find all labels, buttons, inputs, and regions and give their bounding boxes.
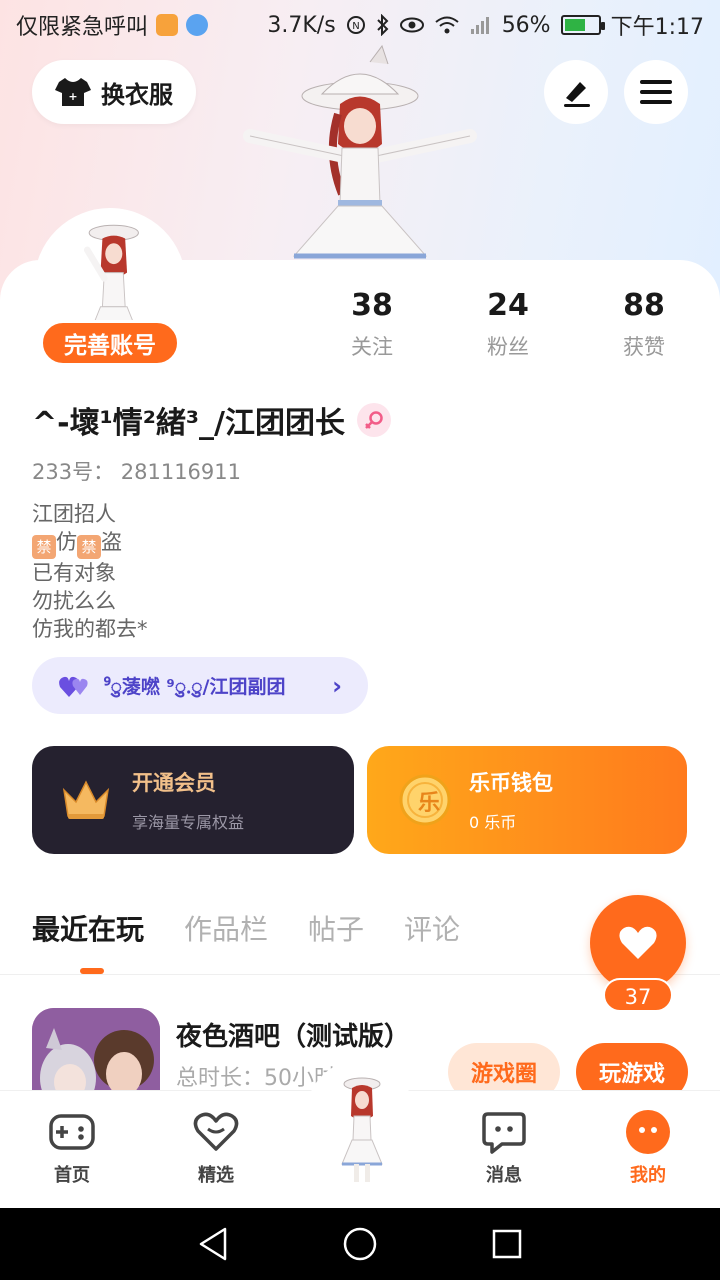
group-label: ⁹ु蓤嘫 ⁹ु.ु/江团副团 — [104, 676, 286, 698]
like-button[interactable] — [590, 895, 686, 991]
nav-me-label: 我的 — [630, 1165, 666, 1186]
nav-me[interactable]: 我的 — [598, 1109, 698, 1187]
stat-following[interactable]: 38 关注 — [304, 288, 440, 361]
edit-profile-button[interactable] — [544, 60, 608, 124]
bio-line: 江团招人 — [32, 502, 116, 526]
nav-featured[interactable]: 精选 — [166, 1109, 266, 1187]
nfc-icon: N — [346, 16, 365, 34]
bio-line: 仿我的都去* — [32, 617, 148, 641]
nav-messages[interactable]: 消息 — [454, 1109, 554, 1187]
double-heart-icon — [59, 676, 88, 697]
stat-label: 粉丝 — [487, 335, 529, 359]
coin-balance: 0 乐币 — [469, 813, 517, 832]
eye-icon — [399, 17, 424, 33]
nickname: ^-壞¹情²緒³_/江团团长 — [32, 406, 345, 441]
app-notification-icon — [156, 14, 179, 36]
chat-icon — [482, 1112, 526, 1154]
clock: 下午1:17 — [610, 15, 704, 40]
coin-title: 乐币钱包 — [469, 771, 553, 795]
forbidden-badge: 禁 — [32, 535, 56, 559]
character-illustration — [243, 44, 477, 259]
svg-text:+: + — [68, 90, 77, 103]
tab-posts[interactable]: 帖子 — [308, 908, 364, 948]
nav-home-label: 首页 — [54, 1165, 90, 1186]
nickname-row: ^-壞¹情²緒³_/江团团长 — [32, 398, 391, 442]
vip-subtitle: 享海量专属权益 — [132, 813, 245, 832]
stat-label: 关注 — [351, 335, 393, 359]
heart-outline-icon — [193, 1112, 239, 1151]
profile-tabs: 最近在玩 作品栏 帖子 评论 — [32, 908, 460, 948]
like-count-badge: 37 — [603, 978, 673, 1012]
stat-label: 获赞 — [623, 335, 665, 359]
female-gender-icon — [356, 403, 391, 437]
tab-works[interactable]: 作品栏 — [184, 908, 268, 948]
coin-wallet-card[interactable]: 乐 乐币钱包 0 乐币 — [367, 746, 687, 854]
browser-notification-icon — [186, 14, 209, 36]
battery-icon — [560, 15, 605, 35]
center-avatar-figure — [341, 1077, 383, 1182]
nav-messages-label: 消息 — [486, 1165, 522, 1186]
stat-number: 88 — [623, 288, 665, 323]
change-outfit-button[interactable]: + 换衣服 — [32, 60, 196, 124]
user-id: 233号： 281116911 — [32, 460, 242, 484]
nav-avatar-center[interactable] — [306, 1060, 414, 1190]
vip-title: 开通会员 — [132, 771, 216, 795]
svg-text:N: N — [352, 21, 359, 32]
status-bar: 仅限紧急呼叫 3.7K/s N 56% 下午1:17 — [0, 0, 720, 50]
stat-number: 38 — [351, 288, 393, 323]
group-badge[interactable]: ⁹ु蓤嘫 ⁹ु.ु/江团副团 › — [32, 657, 368, 714]
wifi-icon — [435, 16, 459, 34]
stat-followers[interactable]: 24 粉丝 — [440, 288, 576, 361]
signal-icon — [470, 17, 489, 34]
pen-icon — [564, 82, 590, 107]
network-speed: 3.7K/s — [267, 12, 336, 38]
tab-recently-played[interactable]: 最近在玩 — [32, 908, 144, 948]
heart-icon — [619, 926, 657, 959]
shirt-icon: + — [55, 78, 91, 106]
coin-glyph: 乐 — [417, 791, 440, 816]
home-icon[interactable] — [342, 1226, 378, 1262]
system-navigation-bar — [0, 1208, 720, 1280]
stat-likes[interactable]: 88 获赞 — [576, 288, 712, 361]
battery-percent: 56% — [501, 12, 551, 38]
menu-button[interactable] — [624, 60, 688, 124]
recents-icon[interactable] — [491, 1228, 523, 1260]
bluetooth-icon — [376, 14, 389, 36]
profile-stats: 38 关注 24 粉丝 88 获赞 — [304, 288, 712, 361]
vip-card[interactable]: 开通会员 享海量专属权益 — [32, 746, 354, 854]
profile-face-icon — [626, 1110, 670, 1154]
hamburger-icon — [640, 80, 672, 104]
tab-comments[interactable]: 评论 — [404, 908, 460, 948]
carrier-text: 仅限紧急呼叫 — [16, 15, 149, 40]
back-icon[interactable] — [197, 1226, 229, 1262]
stat-number: 24 — [487, 288, 529, 323]
complete-account-button[interactable]: 完善账号 — [40, 320, 180, 366]
crown-icon — [62, 780, 110, 819]
nav-home[interactable]: 首页 — [22, 1109, 122, 1187]
gamepad-icon — [49, 1114, 95, 1150]
nav-featured-label: 精选 — [198, 1165, 234, 1186]
forbidden-badge: 禁 — [77, 535, 101, 559]
game-name: 夜色酒吧（测试版） — [176, 1022, 411, 1052]
bio: 江团招人 禁仿禁盗 已有对象 勿扰么么 仿我的都去* — [32, 500, 148, 643]
change-outfit-label: 换衣服 — [101, 80, 173, 109]
chevron-right-icon: › — [332, 671, 342, 700]
bio-line: 禁仿禁盗 — [32, 528, 148, 559]
bio-line: 已有对象 — [32, 561, 116, 585]
bio-line: 勿扰么么 — [32, 589, 116, 613]
